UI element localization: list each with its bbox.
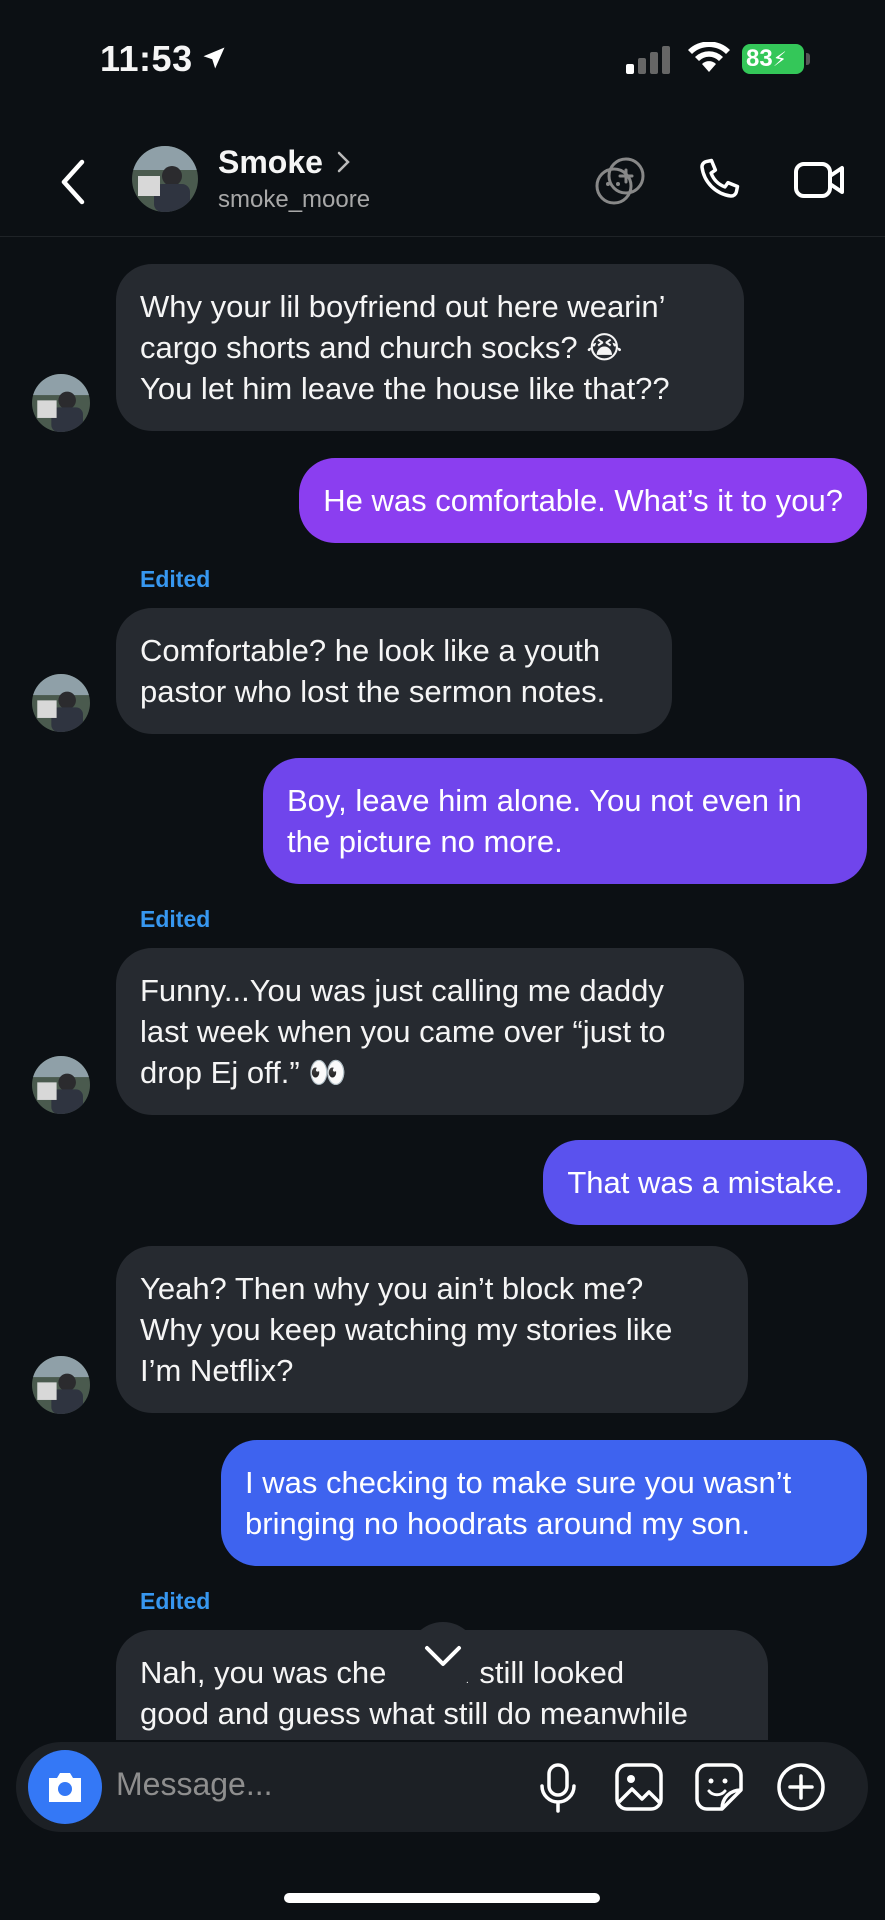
battery-level: 83 (746, 45, 773, 72)
battery-cap (806, 53, 810, 65)
phone-icon[interactable] (692, 154, 744, 206)
contact-username[interactable]: smoke_moore (218, 186, 370, 214)
outgoing-message[interactable]: He was comfortable. What’s it to you? (299, 458, 867, 543)
battery-indicator: 83⚡ (742, 44, 804, 74)
cellular-signal-icon (626, 46, 670, 74)
emoji-effects-icon[interactable] (592, 154, 648, 210)
message-line: Why your lil boyfriend out here wearin’ (140, 289, 666, 324)
message-line: pastor who lost the sermon notes. (140, 674, 606, 709)
message-line: good and guess what still do meanwhile (140, 1696, 689, 1731)
message-line: You let him leave the house like that?? (140, 371, 670, 406)
message-line: He was comfortable. What’s it to you? (323, 483, 843, 518)
chevron-right-icon[interactable] (336, 150, 352, 174)
incoming-message[interactable]: Why your lil boyfriend out here wearin’ … (116, 264, 744, 431)
location-arrow-icon (203, 47, 225, 69)
avatar[interactable] (32, 674, 90, 732)
home-indicator[interactable] (284, 1893, 600, 1903)
chat-header: Smoke smoke_moore (0, 120, 885, 237)
wifi-icon (688, 42, 730, 72)
message-line: drop Ej off.” 👀 (140, 1055, 347, 1090)
message-line: I’m Netflix? (140, 1353, 294, 1388)
message-line: That was a mistake. (567, 1165, 843, 1200)
status-time: 11:53 (100, 38, 193, 79)
edited-label: Edited (140, 906, 211, 932)
message-line: last week when you came over “just to (140, 1014, 666, 1049)
outgoing-message[interactable]: That was a mistake. (543, 1140, 867, 1225)
message-line: Boy, leave him alone. You not even in (287, 783, 802, 818)
video-icon[interactable] (792, 154, 848, 206)
outgoing-message[interactable]: I was checking to make sure you wasn’t b… (221, 1440, 867, 1566)
message-line: the picture no more. (287, 824, 563, 859)
chevron-down-icon (425, 1646, 461, 1666)
contact-name[interactable]: Smoke (218, 144, 323, 181)
charging-bolt-icon: ⚡ (772, 49, 787, 71)
scroll-to-bottom-button[interactable] (408, 1622, 478, 1692)
outgoing-message[interactable]: Boy, leave him alone. You not even in th… (263, 758, 867, 884)
status-bar: 11:53 83⚡ (0, 0, 885, 120)
message-input[interactable]: Message... (116, 1766, 273, 1803)
message-line: Funny...You was just calling me daddy (140, 973, 664, 1008)
message-line: cargo shorts and church socks? 😭 (140, 330, 623, 365)
camera-icon (49, 1773, 81, 1802)
sticker-icon[interactable] (694, 1762, 744, 1812)
back-chevron-icon[interactable] (56, 158, 92, 206)
camera-button[interactable] (28, 1750, 102, 1824)
add-icon[interactable] (776, 1762, 826, 1812)
message-line: bringing no hoodrats around my son. (245, 1506, 750, 1541)
message-line: Comfortable? he look like a youth (140, 633, 601, 668)
edited-label: Edited (140, 566, 211, 592)
incoming-message[interactable]: Comfortable? he look like a youth pastor… (116, 608, 672, 734)
message-composer: Message... (16, 1742, 868, 1832)
message-line: I was checking to make sure you wasn’t (245, 1465, 792, 1500)
gallery-icon[interactable] (614, 1762, 664, 1812)
message-thread[interactable]: Why your lil boyfriend out here wearin’ … (0, 240, 885, 1740)
incoming-message[interactable]: Yeah? Then why you ain’t block me? Why y… (116, 1246, 748, 1413)
edited-label: Edited (140, 1588, 211, 1614)
message-line: Yeah? Then why you ain’t block me? (140, 1271, 644, 1306)
avatar[interactable] (32, 374, 90, 432)
incoming-message[interactable]: Funny...You was just calling me daddy la… (116, 948, 744, 1115)
message-line: Why you keep watching my stories like (140, 1312, 673, 1347)
microphone-icon[interactable] (538, 1762, 578, 1814)
avatar[interactable] (132, 146, 198, 212)
avatar[interactable] (32, 1356, 90, 1414)
avatar[interactable] (32, 1056, 90, 1114)
